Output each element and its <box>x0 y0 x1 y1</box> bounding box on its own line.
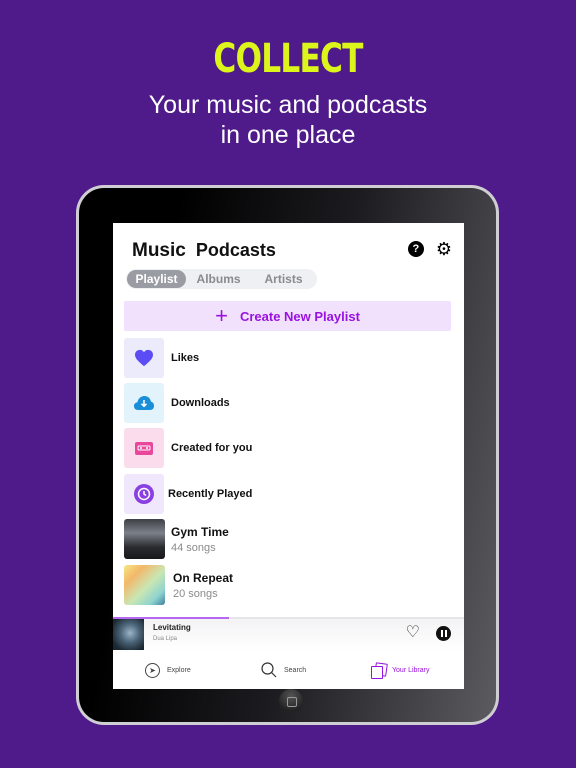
playlist-song-count: 20 songs <box>173 587 218 600</box>
pause-bar <box>440 630 443 637</box>
tab-explore[interactable]: ➤ Explore <box>145 662 191 678</box>
playlist-title: Gym Time <box>171 524 229 539</box>
list-item-created-for-you[interactable]: Created for you <box>124 428 252 468</box>
track-title: Levitating <box>153 623 191 632</box>
header-tabs: Music Podcasts <box>132 240 276 262</box>
playlist-item-on-repeat[interactable]: On Repeat 20 songs <box>124 565 233 605</box>
create-playlist-button[interactable]: + Create New Playlist <box>124 301 451 331</box>
list-item-recently-played[interactable]: Recently Played <box>124 474 252 514</box>
header-actions: ? ⚙ <box>407 240 452 258</box>
tab-podcasts[interactable]: Podcasts <box>196 240 276 261</box>
segment-artists[interactable]: Artists <box>251 270 316 288</box>
downloads-label: Downloads <box>171 397 230 409</box>
playlist-cover <box>124 565 165 605</box>
promo-subline-2: in one place <box>220 121 356 149</box>
app-screen: Music Podcasts ? ⚙ Playlist Albums Artis… <box>113 223 464 689</box>
album-art <box>113 619 144 650</box>
promo-subline-1: Your music and podcasts <box>148 91 428 119</box>
gear-icon[interactable]: ⚙ <box>436 240 452 258</box>
help-icon[interactable]: ? <box>407 241 424 257</box>
create-playlist-label: Create New Playlist <box>239 308 360 324</box>
recently-played-label: Recently Played <box>168 488 253 500</box>
playlist-cover <box>124 519 165 559</box>
cloud-download-icon <box>134 396 154 410</box>
library-icon <box>371 663 385 679</box>
playlist-text: On Repeat 20 songs <box>173 571 233 600</box>
heart-icon <box>135 349 153 367</box>
library-segment-control: Playlist Albums Artists <box>126 269 317 289</box>
playlist-title: On Repeat <box>173 570 234 585</box>
segment-albums[interactable]: Albums <box>186 270 251 288</box>
pause-bar <box>444 630 447 637</box>
search-icon <box>261 662 277 678</box>
created-for-you-tile <box>124 428 164 468</box>
home-button[interactable] <box>279 689 303 713</box>
recently-played-tile <box>124 474 164 514</box>
playlist-song-count: 44 songs <box>171 541 216 554</box>
history-icon <box>134 484 154 504</box>
downloads-tile <box>124 383 164 423</box>
created-for-you-label: Created for you <box>171 442 253 454</box>
cassette-icon <box>135 441 153 455</box>
track-artist: Dua Lipa <box>153 636 178 642</box>
likes-tile <box>124 338 164 378</box>
tab-your-library-label: Your Library <box>392 666 430 674</box>
tab-music[interactable]: Music <box>132 240 186 262</box>
list-item-downloads[interactable]: Downloads <box>124 383 230 423</box>
list-item-likes[interactable]: Likes <box>124 338 199 378</box>
heart-outline-icon[interactable]: ♡ <box>406 625 420 641</box>
tab-search-label: Search <box>284 666 307 674</box>
playlist-item-gym-time[interactable]: Gym Time 44 songs <box>124 519 229 559</box>
promo-subline: Your music and podcasts in one place <box>0 90 576 150</box>
plus-icon: + <box>215 303 228 328</box>
tab-explore-label: Explore <box>167 666 191 674</box>
mini-player[interactable]: Levitating Dua Lipa ♡ <box>113 619 464 651</box>
segment-playlist[interactable]: Playlist <box>127 270 187 288</box>
tab-your-library[interactable]: Your Library <box>371 663 430 679</box>
bottom-tab-bar: ➤ Explore Search Your Library <box>113 651 464 689</box>
playlist-text: Gym Time 44 songs <box>171 525 229 554</box>
pause-button[interactable] <box>436 626 451 641</box>
compass-icon: ➤ <box>145 662 160 678</box>
tab-search[interactable]: Search <box>261 662 306 678</box>
promo-headline: COLLECT <box>213 36 363 82</box>
likes-label: Likes <box>171 352 200 364</box>
